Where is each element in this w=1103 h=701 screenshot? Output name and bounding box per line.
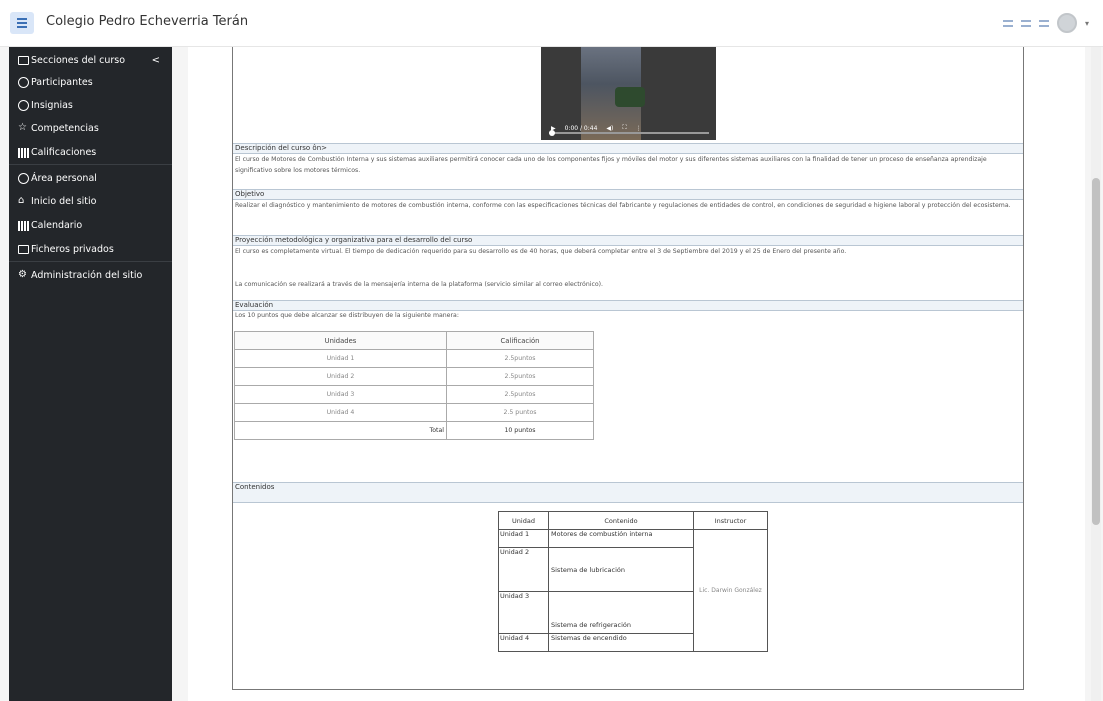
total-label: Total xyxy=(234,421,447,440)
sidebar-item-insignias[interactable]: Insignias xyxy=(18,100,73,111)
column-header: Calificación xyxy=(446,331,594,350)
sidebar-item-area-personal[interactable]: Área personal xyxy=(18,173,97,184)
table-cell: 2.5puntos xyxy=(446,385,594,404)
table-header-row: Unidad Contenido Instructor xyxy=(498,511,768,530)
user-avatar[interactable] xyxy=(1056,13,1077,33)
dashboard-icon xyxy=(18,173,29,184)
column-header: Unidad xyxy=(498,511,549,530)
table-cell: Sistema de lubricación xyxy=(548,547,694,592)
table-row: Unidad 3 2.5puntos xyxy=(234,385,594,404)
table-cell: Unidad 3 xyxy=(234,385,447,404)
sidebar-item-competencias[interactable]: ☆ Competencias xyxy=(18,122,99,135)
page-scrollbar-thumb[interactable] xyxy=(1092,178,1100,525)
sidebar-item-label: Secciones del curso xyxy=(31,55,126,66)
sidebar-item-label: Ficheros privados xyxy=(31,244,114,255)
collapse-chevron-icon[interactable]: < xyxy=(152,55,160,66)
sidebar-item-secciones[interactable]: Secciones del curso xyxy=(18,55,125,66)
menu-toggle-button[interactable] xyxy=(10,12,34,34)
table-row: Unidad 2 2.5puntos xyxy=(234,367,594,386)
proyeccion-text-2: La comunicación se realizará a través de… xyxy=(235,281,604,288)
language-icon[interactable] xyxy=(1038,17,1049,29)
sidebar-item-administracion[interactable]: ⚙ Administración del sitio xyxy=(18,269,143,282)
sidebar-item-label: Área personal xyxy=(31,173,97,184)
table-row: Unidad 1 2.5puntos xyxy=(234,349,594,368)
sidebar-item-label: Inicio del sitio xyxy=(31,196,97,207)
messages-icon[interactable] xyxy=(1002,17,1013,29)
section-heading-objetivo: Objetivo xyxy=(233,189,1023,200)
folder-icon xyxy=(18,56,29,65)
table-row: Unidad 4 2.5 puntos xyxy=(234,403,594,422)
sidebar-item-participantes[interactable]: Participantes xyxy=(18,77,93,88)
video-controls: ▶ 0:00 / 0:44 ◀) ⛶ ⋮ xyxy=(541,116,716,140)
column-header: Contenido xyxy=(548,511,694,530)
video-time: 0:00 / 0:44 xyxy=(564,124,598,132)
sidebar-item-label: Competencias xyxy=(31,123,99,134)
video-progress-bar[interactable] xyxy=(549,132,709,134)
table-cell: Unidad 2 xyxy=(234,367,447,386)
star-icon: ☆ xyxy=(18,122,27,133)
table-cell: 2.5puntos xyxy=(446,367,594,386)
navbar-actions: ▾ xyxy=(1002,13,1089,33)
table-row: Unidad 1 Motores de combustión interna L… xyxy=(498,529,768,652)
table-cell: Unidad 1 xyxy=(234,349,447,368)
video-progress-knob[interactable] xyxy=(549,130,555,136)
sidebar-item-inicio[interactable]: ⌂ Inicio del sitio xyxy=(18,195,97,208)
section-heading-descripcion: Descripción del curso ôn> xyxy=(233,143,1023,154)
grades-icon xyxy=(18,147,29,158)
section-heading-proyeccion: Proyección metodológica y organizativa p… xyxy=(233,235,1023,246)
total-value: 10 puntos xyxy=(446,421,594,440)
gear-icon: ⚙ xyxy=(18,269,27,280)
table-total-row: Total 10 puntos xyxy=(234,421,594,440)
file-icon xyxy=(18,245,29,254)
table-cell: Unidad 4 xyxy=(498,633,549,652)
table-cell: Unidad 3 xyxy=(498,591,549,634)
table-cell: Sistemas de encendido xyxy=(548,633,694,652)
home-icon: ⌂ xyxy=(18,195,25,206)
descripcion-text: El curso de Motores de Combustión Intern… xyxy=(235,156,987,174)
video-toy-car xyxy=(615,87,645,107)
sidebar-item-calificaciones[interactable]: Calificaciones xyxy=(18,147,96,158)
table-cell: Unidad 2 xyxy=(498,547,549,592)
column-header: Instructor xyxy=(693,511,768,530)
table-cell: 2.5puntos xyxy=(446,349,594,368)
table-cell: Unidad 4 xyxy=(234,403,447,422)
table-cell: 2.5 puntos xyxy=(446,403,594,422)
sidebar-item-label: Participantes xyxy=(31,77,93,88)
fullscreen-icon[interactable]: ⛶ xyxy=(622,124,626,132)
evaluation-table: Unidades Calificación Unidad 1 2.5puntos… xyxy=(234,331,594,440)
sidebar-item-ficheros[interactable]: Ficheros privados xyxy=(18,244,114,255)
contents-table: Unidad Contenido Instructor Unidad 1 Mot… xyxy=(498,511,768,652)
evaluacion-text: Los 10 puntos que debe alcanzar se distr… xyxy=(235,312,459,319)
top-navbar: Colegio Pedro Echeverria Terán ▾ xyxy=(0,0,1103,47)
sidebar-item-label: Insignias xyxy=(31,100,73,111)
more-options-icon[interactable]: ⋮ xyxy=(636,125,642,132)
sidebar-item-label: Calendario xyxy=(31,220,83,231)
volume-icon[interactable]: ◀) xyxy=(606,125,613,132)
sidebar-divider xyxy=(9,261,172,262)
instructor-cell: Lic. Darwin González xyxy=(693,529,768,652)
badge-icon xyxy=(18,100,29,111)
site-title[interactable]: Colegio Pedro Echeverria Terán xyxy=(46,14,248,29)
column-header: Unidades xyxy=(234,331,447,350)
table-cell: Unidad 1 xyxy=(498,529,549,548)
notifications-icon[interactable] xyxy=(1020,17,1031,29)
sidebar-divider xyxy=(9,164,172,165)
sidebar-item-label: Calificaciones xyxy=(31,147,97,158)
user-menu-caret-icon[interactable]: ▾ xyxy=(1085,19,1089,28)
proyeccion-text-1: El curso es completamente virtual. El ti… xyxy=(235,248,847,255)
table-header-row: Unidades Calificación xyxy=(234,331,594,350)
section-heading-contenidos: Contenidos xyxy=(233,482,1023,503)
calendar-icon xyxy=(18,220,29,231)
table-cell: Motores de combustión interna xyxy=(548,529,694,548)
sidebar-item-label: Administración del sitio xyxy=(31,270,143,281)
course-drawer: Secciones del curso < Participantes Insi… xyxy=(9,47,172,701)
table-cell: Sistema de refrigeración xyxy=(548,591,694,634)
objetivo-text: Realizar el diagnóstico y mantenimiento … xyxy=(235,202,1011,209)
course-video[interactable]: ▶ 0:00 / 0:44 ◀) ⛶ ⋮ xyxy=(541,47,716,140)
users-icon xyxy=(18,77,29,88)
sidebar-item-calendario[interactable]: Calendario xyxy=(18,220,82,231)
